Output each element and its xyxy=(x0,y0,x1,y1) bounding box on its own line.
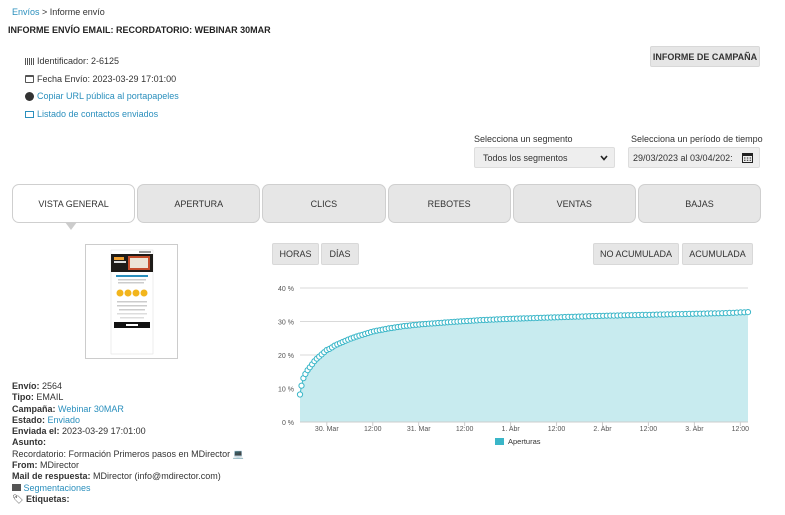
barcode-icon xyxy=(25,58,34,66)
report-tabs: VISTA GENERAL APERTURA CLICS REBOTES VEN… xyxy=(12,184,762,230)
tab-apertura[interactable]: APERTURA xyxy=(137,184,261,223)
detail-envio-label: Envío: xyxy=(12,381,40,391)
detail-from-label: From: xyxy=(12,460,38,471)
campaign-report-button[interactable]: INFORME DE CAMPAÑA xyxy=(650,46,760,67)
x-tick-label: 1. Abr xyxy=(501,426,520,433)
breadcrumb-separator: > xyxy=(39,7,50,17)
send-meta: Identificador: 2-6125 Fecha Envío: 2023-… xyxy=(25,53,179,123)
detail-enviada-label: Enviada el: xyxy=(12,426,60,437)
detail-campana-label: Campaña: xyxy=(12,403,56,414)
period-input-value: 29/03/2023 al 03/04/202: xyxy=(633,152,733,163)
x-tick-label: 30. Mar xyxy=(315,426,339,433)
segmentaciones-link[interactable]: Segmentaciones xyxy=(24,483,91,493)
aperturas-point xyxy=(298,382,305,389)
period-label: Selecciona un período de tiempo xyxy=(631,134,763,144)
x-tick-label: 12:00 xyxy=(732,426,750,433)
x-tick-label: 3. Abr xyxy=(685,426,704,433)
send-details: Envío: 2564 Tipo: EMAIL Campaña: Webinar… xyxy=(12,381,244,505)
openings-chart: 0 % 10 % 20 % 30 % 40 % 30. Mar 12:00 31. Mar 12… xyxy=(278,286,752,446)
detail-estado-label: Estado: xyxy=(12,414,46,425)
x-tick-label: 31. Mar xyxy=(407,426,431,433)
y-tick-label: 30 % xyxy=(278,320,294,327)
aperturas-point xyxy=(744,308,752,316)
breadcrumb-current: Informe envío xyxy=(49,7,105,17)
legend-label: Aperturas xyxy=(508,437,541,446)
detail-enviada: Enviada el: 2023-03-29 17:01:00 xyxy=(12,426,244,437)
detail-etiquetas-label: Etiquetas: xyxy=(25,493,70,504)
detail-asunto-value: Recordatorio: Formación Primeros pasos e… xyxy=(12,448,244,459)
x-tick-label: 12:00 xyxy=(548,426,566,433)
detail-campana-link[interactable]: Webinar 30MAR xyxy=(58,404,124,414)
detail-asunto: Asunto: xyxy=(12,437,244,448)
x-tick-label: 12:00 xyxy=(456,426,474,433)
detail-enviada-value: 2023-03-29 17:01:00 xyxy=(62,426,146,437)
detail-segmentaciones[interactable]: Segmentaciones xyxy=(12,483,244,494)
tag-icon: 🏷 xyxy=(12,493,24,504)
contacts-list-link[interactable]: Listado de contactos enviados xyxy=(37,106,158,124)
tab-rebotes[interactable]: REBOTES xyxy=(387,184,511,223)
detail-from-value: MDirector xyxy=(40,460,80,471)
x-tick-label: 2. Abr xyxy=(593,426,612,433)
aperturas-area xyxy=(300,312,748,422)
tab-vista-general[interactable]: VISTA GENERAL xyxy=(12,184,136,230)
segment-select-value: Todos los segmentos xyxy=(483,152,568,163)
envelope-icon xyxy=(25,111,34,119)
detail-tipo: Tipo: EMAIL xyxy=(12,392,244,403)
detail-reply: Mail de respuesta: MDirector (info@mdire… xyxy=(12,471,244,482)
period-input[interactable]: 29/03/2023 al 03/04/202: xyxy=(628,147,760,168)
segment-select[interactable]: Todos los segmentos xyxy=(474,147,615,168)
tab-ventas[interactable]: VENTAS xyxy=(512,184,636,223)
tab-bajas[interactable]: BAJAS xyxy=(637,184,762,223)
detail-campana: Campaña: Webinar 30MAR xyxy=(12,404,244,415)
detail-estado: Estado: Enviado xyxy=(12,415,244,426)
page-title: INFORME ENVÍO EMAIL: RECORDATORIO: WEBIN… xyxy=(8,25,271,35)
aperturas-point xyxy=(296,391,304,398)
calendar-icon[interactable] xyxy=(742,152,753,163)
copy-url-link[interactable]: Copiar URL pública al portapapeles xyxy=(37,88,179,106)
calendar-icon xyxy=(25,75,34,84)
days-button[interactable]: DÍAS xyxy=(321,243,359,265)
segments-icon xyxy=(12,483,21,491)
detail-tipo-label: Tipo: xyxy=(12,392,34,403)
detail-reply-value: MDirector (info@mdirector.com) xyxy=(93,471,221,482)
copy-url-row[interactable]: Copiar URL pública al portapapeles xyxy=(25,88,179,106)
detail-etiquetas: 🏷 Etiquetas: xyxy=(12,494,244,505)
x-tick-label: 12:00 xyxy=(364,426,382,433)
identifier-row: Identificador: 2-6125 xyxy=(25,53,179,71)
breadcrumb: Envíos > Informe envío xyxy=(12,7,105,17)
send-date-text: Fecha Envío: 2023-03-29 17:01:00 xyxy=(37,73,177,84)
y-tick-label: 20 % xyxy=(278,353,294,360)
chevron-down-icon xyxy=(600,154,608,161)
tab-clics[interactable]: CLICS xyxy=(262,184,386,223)
x-tick-label: 12:00 xyxy=(640,426,658,433)
y-tick-label: 0 % xyxy=(282,420,294,427)
cumulative-button[interactable]: ACUMULADA xyxy=(682,243,753,265)
contacts-list-row[interactable]: Listado de contactos enviados xyxy=(25,106,179,124)
identifier-text: Identificador: 2-6125 xyxy=(37,56,120,66)
detail-asunto-label: Asunto: xyxy=(12,437,46,448)
no-cumulative-button[interactable]: NO ACUMULADA xyxy=(593,243,679,265)
detail-envio: Envío: 2564 xyxy=(12,381,244,392)
breadcrumb-link-envios[interactable]: Envíos xyxy=(12,7,40,17)
detail-estado-value: Enviado xyxy=(47,414,81,425)
segment-label: Selecciona un segmento xyxy=(474,134,573,144)
detail-from: From: MDirector xyxy=(12,460,244,471)
email-preview-thumbnail[interactable] xyxy=(85,244,178,359)
hours-button[interactable]: HORAS xyxy=(272,243,319,265)
legend-swatch xyxy=(495,438,504,445)
y-tick-label: 40 % xyxy=(278,286,294,293)
send-date-row: Fecha Envío: 2023-03-29 17:01:00 xyxy=(25,71,179,89)
email-preview-image xyxy=(110,249,154,355)
detail-reply-label: Mail de respuesta: xyxy=(12,471,91,482)
detail-envio-value: 2564 xyxy=(42,381,63,391)
y-tick-label: 10 % xyxy=(278,387,294,394)
detail-tipo-value: EMAIL xyxy=(36,392,64,403)
globe-icon xyxy=(25,92,34,102)
